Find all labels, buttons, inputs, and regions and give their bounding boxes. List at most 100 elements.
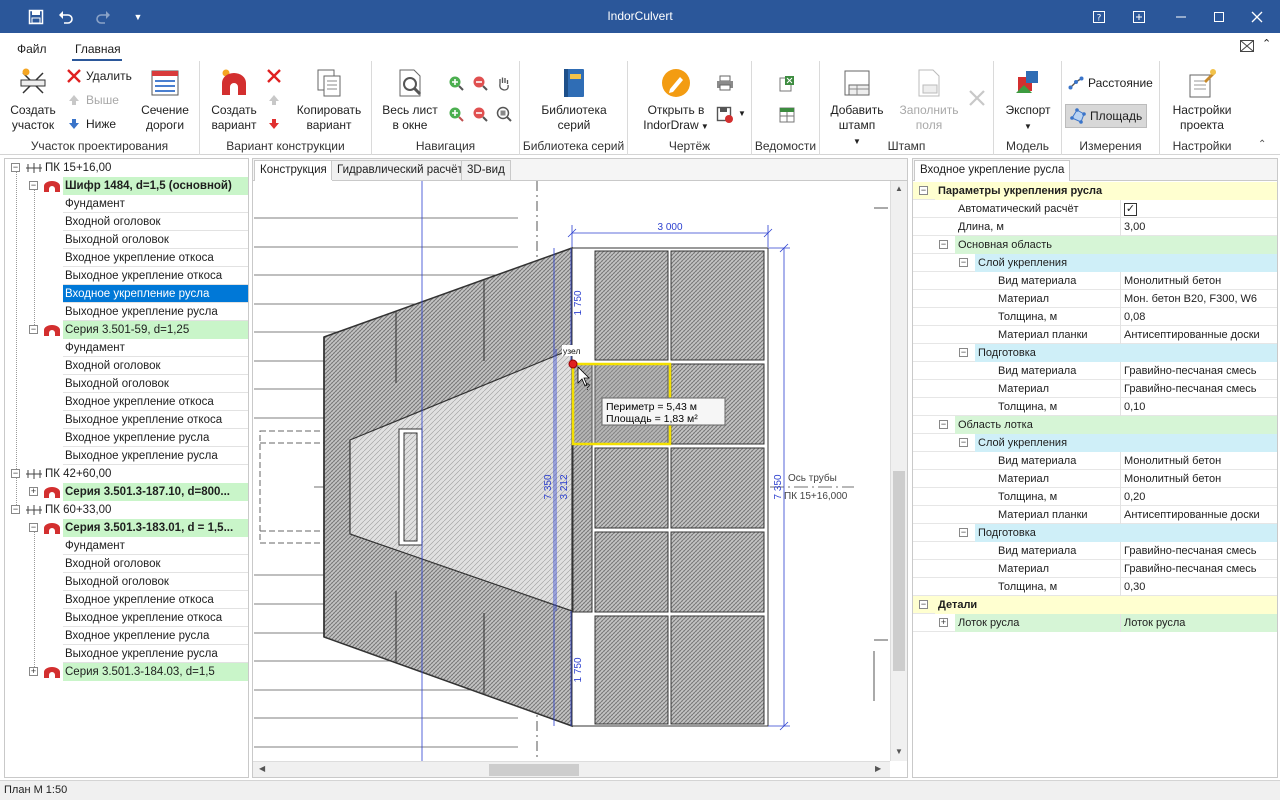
property-row[interactable]: Материал Монолитный бетон (913, 470, 1277, 488)
save-drawing-dropdown-icon[interactable]: ▼ (738, 109, 746, 118)
property-value[interactable]: Антисептированные доски (1120, 506, 1277, 524)
tree-item-0[interactable]: Фундамент (63, 339, 248, 357)
tree-variant-1[interactable]: − Шифр 1484, d=1,5 (основной) (5, 177, 248, 195)
tab-3d[interactable]: 3D-вид (461, 160, 511, 180)
road-section-button[interactable]: Сечение дороги (138, 67, 192, 133)
tree-item-4[interactable]: Выходное укрепление откоса (63, 267, 248, 285)
property-row[interactable]: − Основная область (913, 236, 1277, 254)
collapse-icon[interactable]: − (959, 348, 968, 357)
expand-icon[interactable]: + (939, 618, 948, 627)
sheet-export-icon[interactable] (778, 75, 796, 93)
tree-item-3[interactable]: Входное укрепление откоса (63, 393, 248, 411)
tab-properties[interactable]: Входное укрепление русла (914, 160, 1071, 181)
property-row[interactable]: − Подготовка (913, 344, 1277, 362)
move-down-button[interactable]: Ниже (66, 116, 116, 132)
collapse-icon[interactable]: − (959, 258, 968, 267)
vertical-scroll-thumb[interactable] (893, 471, 905, 671)
property-row[interactable]: Вид материала Гравийно-песчаная смесь (913, 542, 1277, 560)
horizontal-scroll-thumb[interactable] (489, 764, 579, 776)
property-row[interactable]: − Область лотка (913, 416, 1277, 434)
tree-item-6[interactable]: Выходное укрепление русла (63, 645, 248, 663)
tree-item-1[interactable]: Входной оголовок (63, 213, 248, 231)
tree-item-0[interactable]: Фундамент (63, 537, 248, 555)
checkbox-checked-icon[interactable]: ✓ (1124, 203, 1137, 216)
property-row[interactable]: − Подготовка (913, 524, 1277, 542)
sheet-table-icon[interactable] (778, 106, 796, 124)
tree-item-2[interactable]: Выходной оголовок (63, 573, 248, 591)
property-row[interactable]: Толщина, м 0,20 (913, 488, 1277, 506)
collapse-ribbon-icon[interactable]: ⌃ (1258, 139, 1266, 150)
zoom-in-region-icon[interactable] (448, 106, 464, 122)
property-value[interactable]: Мон. бетон B20, F300, W6 (1120, 290, 1277, 308)
tree-pk-2[interactable]: − ПК 42+60,00 (5, 465, 248, 483)
collapse-icon[interactable]: − (939, 240, 948, 249)
tree-item-selected[interactable]: Входное укрепление русла (63, 285, 248, 303)
tree-variant-4[interactable]: − Серия 3.501.3-183.01, d = 1,5... (5, 519, 248, 537)
copy-variant-button[interactable]: Копировать вариант (292, 67, 366, 133)
collapse-icon[interactable]: − (959, 528, 968, 537)
close-icon[interactable] (1242, 0, 1272, 33)
tree-item-4[interactable]: Выходное укрепление откоса (63, 609, 248, 627)
tree-item-6[interactable]: Выходное укрепление русла (63, 303, 248, 321)
property-value[interactable]: Монолитный бетон (1120, 452, 1277, 470)
property-value[interactable]: 0,10 (1120, 398, 1277, 416)
tree-item-5[interactable]: Входное укрепление русла (63, 429, 248, 447)
tree-item-0[interactable]: Фундамент (63, 195, 248, 213)
property-value[interactable]: 0,08 (1120, 308, 1277, 326)
property-value[interactable]: 0,20 (1120, 488, 1277, 506)
collapse-icon[interactable]: − (29, 181, 38, 190)
property-value[interactable]: Гравийно-песчаная смесь (1120, 560, 1277, 578)
zoom-previous-icon[interactable] (472, 106, 488, 122)
drawing-canvas[interactable]: 3 000 1 750 1 750 7 350 3 212 7 350 Ось … (254, 181, 890, 761)
project-settings-button[interactable]: Настройки проекта (1166, 67, 1238, 133)
vertical-scrollbar[interactable]: ▲ ▼ (890, 181, 907, 761)
tree-item-1[interactable]: Входной оголовок (63, 555, 248, 573)
expand-icon[interactable]: + (29, 487, 38, 496)
snap-node-marker[interactable] (568, 359, 578, 369)
scroll-left-icon[interactable]: ◀ (259, 764, 265, 773)
mail-icon[interactable] (1240, 40, 1254, 55)
export-button[interactable]: Экспорт ▼ (1000, 67, 1056, 134)
open-indordraw-button[interactable]: Открыть в IndorDraw ▼ (634, 67, 718, 134)
collapse-icon[interactable]: − (11, 163, 20, 172)
menu-file[interactable]: Файл (17, 42, 47, 56)
variant-down-button[interactable] (266, 116, 282, 132)
tree-variant-2[interactable]: − Серия 3.501-59, d=1,25 (5, 321, 248, 339)
maximize-icon[interactable] (1204, 0, 1234, 33)
collapse-icon[interactable]: − (939, 420, 948, 429)
property-value[interactable]: Монолитный бетон (1120, 470, 1277, 488)
fill-fields-button[interactable]: Заполнить поля (894, 67, 964, 133)
collapse-icon[interactable]: − (29, 325, 38, 334)
remove-stamp-icon[interactable] (968, 89, 986, 107)
print-icon[interactable] (716, 75, 734, 91)
property-row[interactable]: Автоматический расчёт ✓ (913, 200, 1277, 218)
menu-home[interactable]: Главная (75, 42, 121, 56)
collapse-icon[interactable]: − (959, 438, 968, 447)
ribbon-options-icon[interactable]: ⌃ (1262, 37, 1271, 50)
property-row[interactable]: Вид материала Гравийно-песчаная смесь (913, 362, 1277, 380)
tree-item-4[interactable]: Выходное укрепление откоса (63, 411, 248, 429)
property-checkbox[interactable]: ✓ (1120, 200, 1277, 218)
property-row[interactable]: Материал планки Антисептированные доски (913, 506, 1277, 524)
create-variant-button[interactable]: Создать вариант (206, 67, 262, 133)
move-up-button[interactable]: Выше (66, 92, 119, 108)
zoom-out-icon[interactable] (472, 75, 488, 91)
tab-hydraulic[interactable]: Гидравлический расчёт (331, 160, 469, 180)
property-row[interactable]: + Лоток русла Лоток русла (913, 614, 1277, 632)
scroll-down-icon[interactable]: ▼ (895, 747, 903, 756)
delete-button[interactable]: Удалить (66, 68, 132, 84)
property-row[interactable]: − Детали (913, 596, 1277, 614)
distance-button[interactable]: Расстояние (1068, 75, 1153, 91)
scroll-right-icon[interactable]: ▶ (875, 764, 881, 773)
save-drawing-icon[interactable] (716, 106, 734, 124)
property-row[interactable]: Толщина, м 0,10 (913, 398, 1277, 416)
property-value[interactable]: Гравийно-песчаная смесь (1120, 542, 1277, 560)
property-row[interactable]: Толщина, м 0,08 (913, 308, 1277, 326)
property-row[interactable]: Материал Гравийно-песчаная смесь (913, 560, 1277, 578)
expand-icon[interactable]: + (29, 667, 38, 676)
tab-construction[interactable]: Конструкция (254, 160, 333, 181)
area-button[interactable]: Площадь (1065, 104, 1148, 128)
series-library-button[interactable]: Библиотека серий (534, 67, 614, 133)
tree-item-2[interactable]: Выходной оголовок (63, 375, 248, 393)
zoom-fit-icon[interactable] (496, 106, 512, 122)
